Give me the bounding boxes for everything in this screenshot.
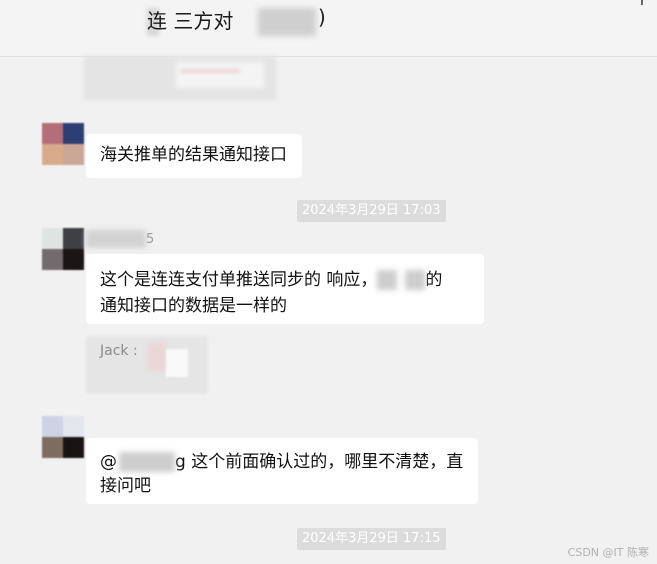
quote-image-thumbnail — [166, 349, 188, 377]
timestamp: 2024年3月29日 17:15 — [297, 528, 446, 550]
redacted-mention-name — [119, 452, 175, 472]
window-control-icon[interactable] — [641, 0, 643, 5]
message-text: 的 — [425, 270, 443, 290]
message-text: g 这个前面确认过的，哪里不清楚，直 — [175, 452, 464, 472]
message-text: 通知接口的数据是一样的 — [100, 296, 287, 316]
quote-author: Jack : — [100, 343, 138, 359]
message-bubble[interactable]: 海关推单的结果通知接口 — [86, 134, 302, 178]
sender-name: 5 — [146, 232, 155, 247]
message-text: 接问吧 — [100, 476, 151, 496]
redacted-sender-name — [86, 230, 146, 248]
avatar[interactable] — [42, 123, 84, 165]
avatar[interactable] — [42, 228, 84, 270]
timestamp: 2024年3月29日 17:03 — [297, 200, 446, 222]
watermark: CSDN @IT 陈寒 — [567, 546, 649, 559]
avatar[interactable] — [42, 416, 84, 458]
message-text: 这个是连连支付单推送同步的 响应， — [100, 270, 378, 290]
redacted-text — [405, 270, 426, 290]
message-bubble[interactable]: @ g 这个前面确认过的，哪里不清楚，直 接问吧 — [86, 438, 478, 504]
chat-header: 连 三方对 ) — [0, 0, 657, 57]
message-bubble[interactable]: 这个是连连支付单推送同步的 响应， 的 通知接口的数据是一样的 — [86, 254, 484, 324]
mention-prefix: @ — [100, 452, 117, 472]
chat-title-suffix: ) — [318, 5, 326, 29]
quote-image-thumbnail — [148, 343, 166, 371]
redacted-text — [377, 270, 398, 290]
chat-title: 连 三方对 — [147, 9, 234, 33]
redacted-title-fragment — [258, 8, 316, 36]
blurred-image-message[interactable] — [84, 56, 276, 100]
message-text: 海关推单的结果通知接口 — [100, 145, 287, 165]
